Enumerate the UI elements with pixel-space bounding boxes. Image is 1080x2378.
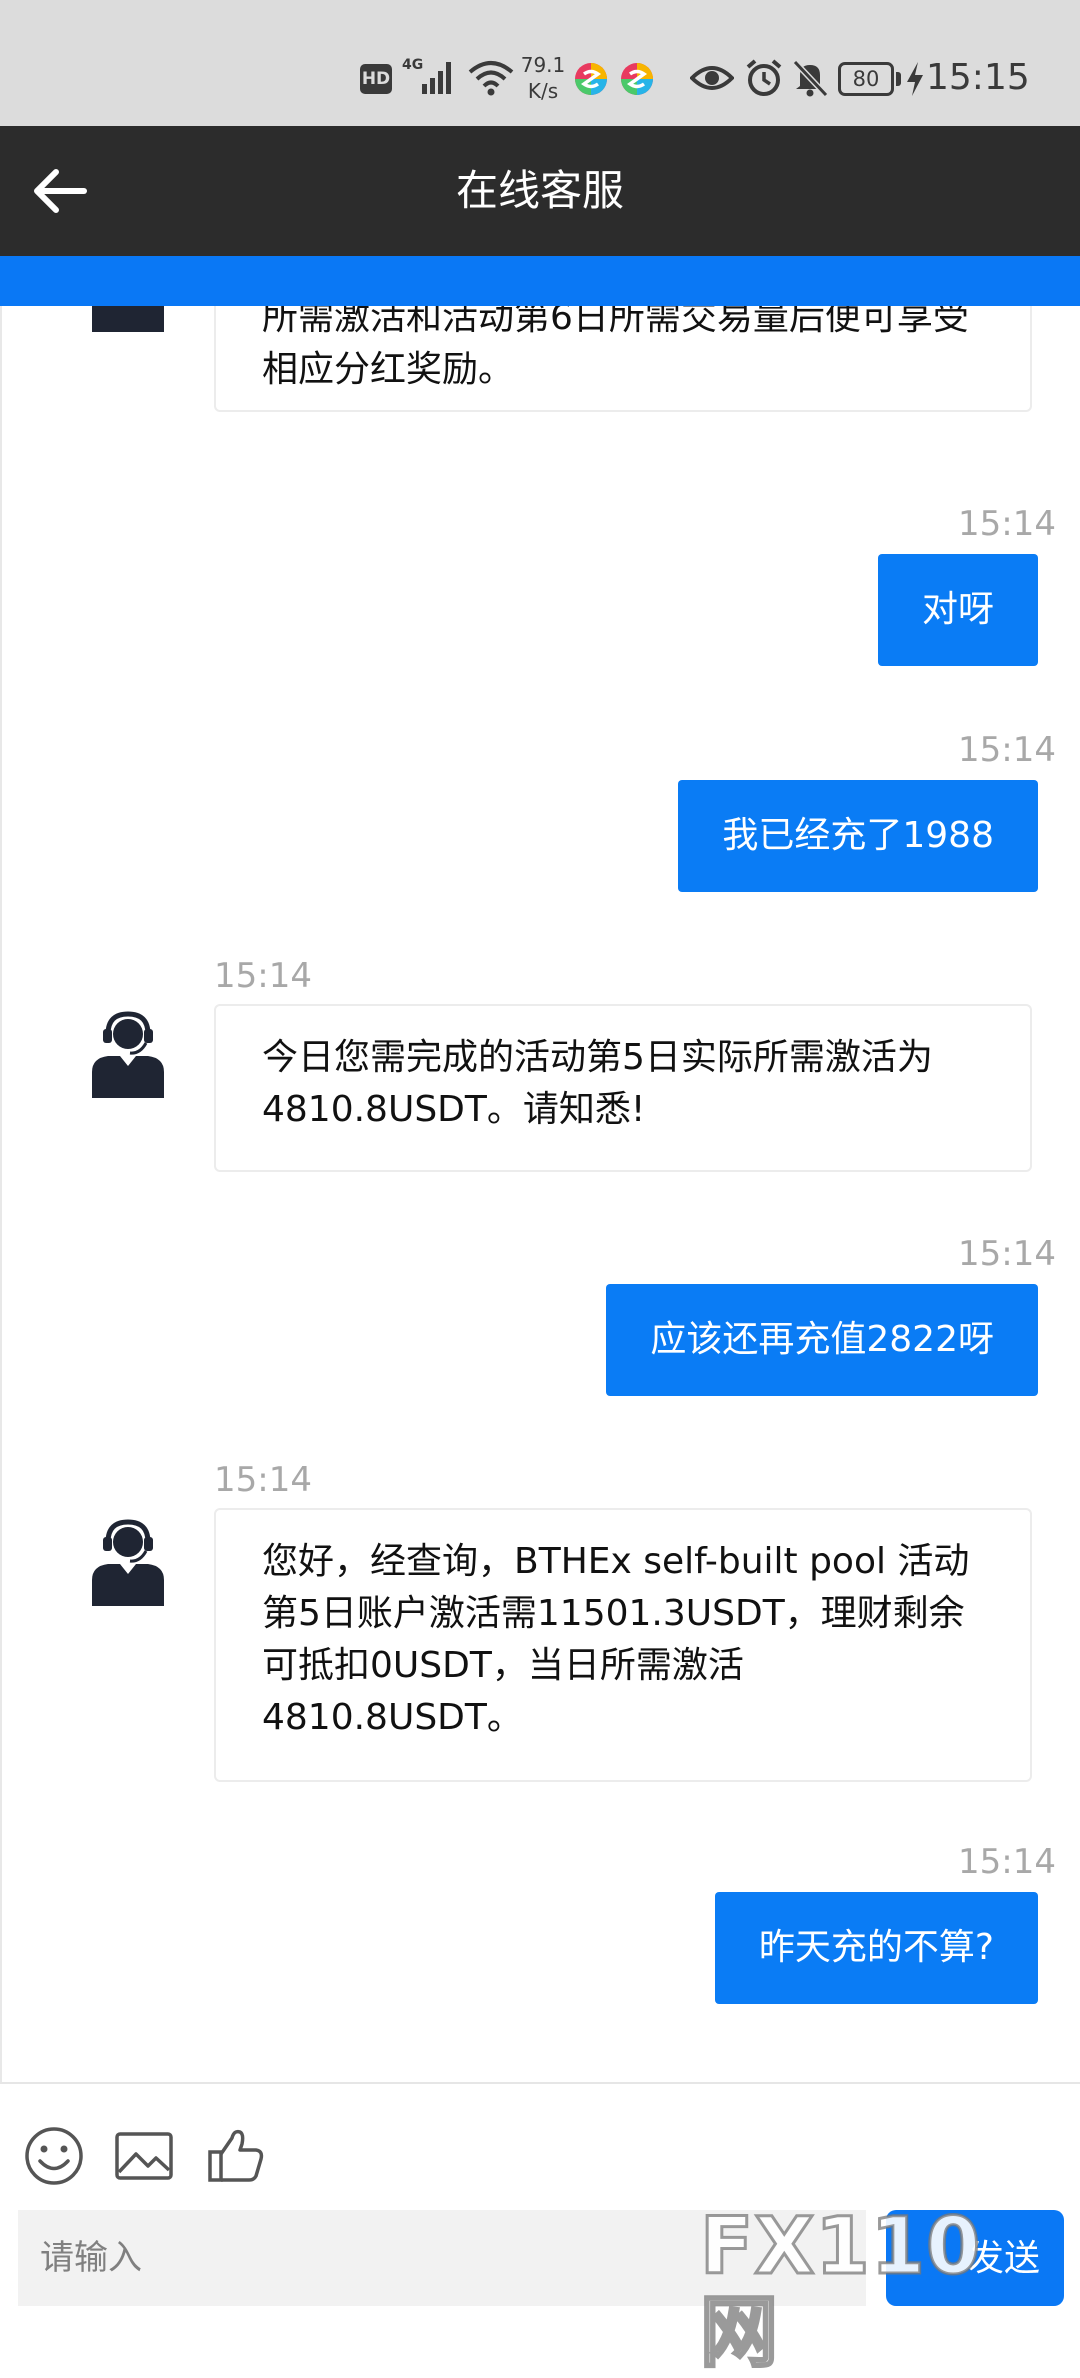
message-bubble-outgoing: 昨天充的不算? bbox=[714, 1892, 1038, 2004]
message-timestamp: 15:14 bbox=[958, 1234, 1056, 1274]
app-header: 在线客服 bbox=[0, 126, 1080, 256]
agent-avatar-icon bbox=[92, 1011, 164, 1098]
back-arrow-icon[interactable] bbox=[26, 156, 96, 226]
message-bubble-incoming: 今日您需完成的活动第5日实际所需激活为4810.8USDT。请知悉! bbox=[214, 1004, 1032, 1172]
app-notification-icon bbox=[575, 63, 607, 95]
battery-icon: 80 bbox=[838, 62, 894, 96]
network-speed-value: 79.1 bbox=[520, 53, 566, 77]
message-composer: 发送 bbox=[0, 2082, 1080, 2340]
message-timestamp: 15:14 bbox=[958, 504, 1056, 544]
agent-avatar-icon bbox=[92, 306, 164, 332]
message-bubble-incoming: 您好，经查询，BTHEx self-built pool 活动第5日账户激活需1… bbox=[214, 1508, 1032, 1782]
message-bubble-incoming: 所需激活和活动第6日所需交易量后便可享受相应分红奖励。 bbox=[214, 306, 1032, 412]
network-type-label: 4G bbox=[402, 57, 423, 73]
network-speed-unit: K/s bbox=[527, 79, 559, 103]
message-bubble-outgoing: 我已经充了1988 bbox=[678, 780, 1038, 892]
emoji-icon[interactable] bbox=[22, 2124, 86, 2188]
message-timestamp: 15:14 bbox=[958, 730, 1056, 770]
status-time: 15:15 bbox=[926, 57, 1030, 98]
battery-tip bbox=[896, 72, 901, 86]
eye-comfort-icon bbox=[690, 66, 734, 90]
wifi-icon bbox=[468, 61, 514, 96]
alarm-icon bbox=[746, 59, 782, 96]
page-title: 在线客服 bbox=[455, 166, 624, 215]
mute-notification-icon bbox=[792, 59, 829, 98]
message-bubble-outgoing: 应该还再充值2822呀 bbox=[606, 1284, 1038, 1396]
thumbs-up-icon[interactable] bbox=[204, 2124, 268, 2188]
hd-voice-icon: HD bbox=[360, 64, 392, 94]
message-timestamp: 15:14 bbox=[958, 1842, 1056, 1882]
message-timestamp: 15:14 bbox=[214, 956, 312, 996]
image-icon[interactable] bbox=[112, 2124, 176, 2188]
cellular-signal-icon: 4G bbox=[402, 57, 451, 94]
message-bubble-outgoing: 对呀 bbox=[877, 554, 1038, 666]
agent-avatar-icon bbox=[92, 1519, 164, 1606]
status-bar: HD 4G 79.1 K/s 80 15:15 bbox=[0, 0, 1080, 126]
app-notification-icon bbox=[621, 63, 653, 95]
message-input[interactable] bbox=[18, 2210, 866, 2306]
send-button[interactable]: 发送 bbox=[886, 2210, 1064, 2306]
header-accent-strip bbox=[0, 256, 1080, 306]
network-speed: 79.1 K/s bbox=[518, 52, 568, 104]
chat-message-list[interactable]: 所需激活和活动第6日所需交易量后便可享受相应分红奖励。 15:14 对呀 15:… bbox=[0, 306, 1080, 2082]
message-timestamp: 15:14 bbox=[214, 1460, 312, 1500]
charging-icon bbox=[907, 62, 923, 96]
